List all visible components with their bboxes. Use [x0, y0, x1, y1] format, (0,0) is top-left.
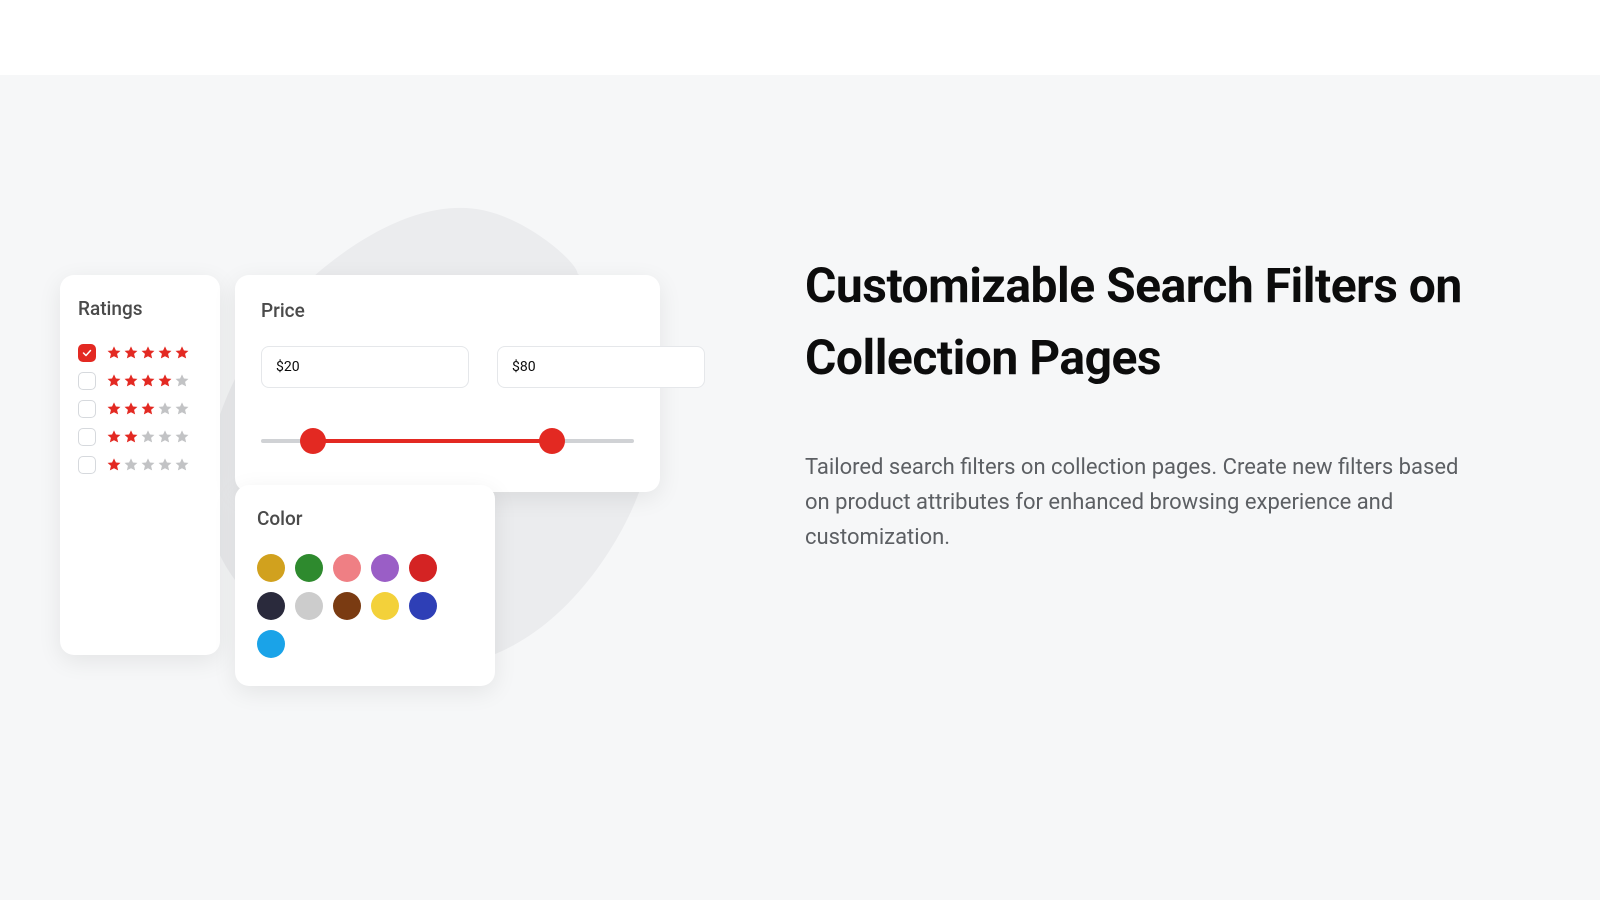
- star-icon: [157, 429, 173, 445]
- ratings-card: Ratings: [60, 275, 220, 655]
- ratings-title: Ratings: [78, 297, 202, 320]
- rating-stars: [106, 429, 190, 445]
- rating-checkbox[interactable]: [78, 456, 96, 474]
- star-icon: [123, 373, 139, 389]
- copy-block: Customizable Search Filters on Collectio…: [805, 250, 1465, 556]
- slider-range: [313, 439, 552, 443]
- rating-stars: [106, 401, 190, 417]
- color-title: Color: [257, 507, 473, 530]
- star-icon: [140, 373, 156, 389]
- rating-checkbox[interactable]: [78, 428, 96, 446]
- color-swatch[interactable]: [409, 592, 437, 620]
- rating-stars: [106, 345, 190, 361]
- star-icon: [106, 345, 122, 361]
- color-swatch[interactable]: [257, 554, 285, 582]
- rating-stars: [106, 457, 190, 473]
- price-title: Price: [261, 299, 634, 322]
- color-swatch[interactable]: [371, 592, 399, 620]
- color-card: Color: [235, 485, 495, 686]
- rating-row[interactable]: [78, 456, 202, 474]
- star-icon: [174, 345, 190, 361]
- price-min-input[interactable]: [261, 346, 469, 388]
- star-icon: [140, 345, 156, 361]
- star-icon: [123, 401, 139, 417]
- star-icon: [123, 457, 139, 473]
- price-slider[interactable]: [261, 428, 634, 454]
- rating-row[interactable]: [78, 344, 202, 362]
- color-swatch[interactable]: [333, 554, 361, 582]
- star-icon: [174, 373, 190, 389]
- color-swatch[interactable]: [409, 554, 437, 582]
- star-icon: [174, 457, 190, 473]
- star-icon: [174, 429, 190, 445]
- slider-handle-min[interactable]: [300, 428, 326, 454]
- star-icon: [123, 429, 139, 445]
- star-icon: [157, 373, 173, 389]
- color-swatch[interactable]: [257, 630, 285, 658]
- rating-checkbox[interactable]: [78, 344, 96, 362]
- star-icon: [106, 401, 122, 417]
- description: Tailored search filters on collection pa…: [805, 450, 1465, 556]
- star-icon: [157, 457, 173, 473]
- color-swatch[interactable]: [333, 592, 361, 620]
- color-swatch[interactable]: [295, 592, 323, 620]
- star-icon: [157, 401, 173, 417]
- star-icon: [106, 373, 122, 389]
- headline: Customizable Search Filters on Collectio…: [805, 250, 1465, 394]
- color-swatch[interactable]: [257, 592, 285, 620]
- star-icon: [174, 401, 190, 417]
- price-max-input[interactable]: [497, 346, 705, 388]
- check-icon: [81, 347, 93, 359]
- rating-stars: [106, 373, 190, 389]
- star-icon: [140, 401, 156, 417]
- star-icon: [140, 429, 156, 445]
- star-icon: [140, 457, 156, 473]
- rating-checkbox[interactable]: [78, 372, 96, 390]
- star-icon: [123, 345, 139, 361]
- slider-handle-max[interactable]: [539, 428, 565, 454]
- rating-row[interactable]: [78, 400, 202, 418]
- star-icon: [157, 345, 173, 361]
- rating-row[interactable]: [78, 372, 202, 390]
- rating-checkbox[interactable]: [78, 400, 96, 418]
- rating-row[interactable]: [78, 428, 202, 446]
- star-icon: [106, 429, 122, 445]
- price-card: Price: [235, 275, 660, 492]
- star-icon: [106, 457, 122, 473]
- color-swatch[interactable]: [295, 554, 323, 582]
- color-swatch[interactable]: [371, 554, 399, 582]
